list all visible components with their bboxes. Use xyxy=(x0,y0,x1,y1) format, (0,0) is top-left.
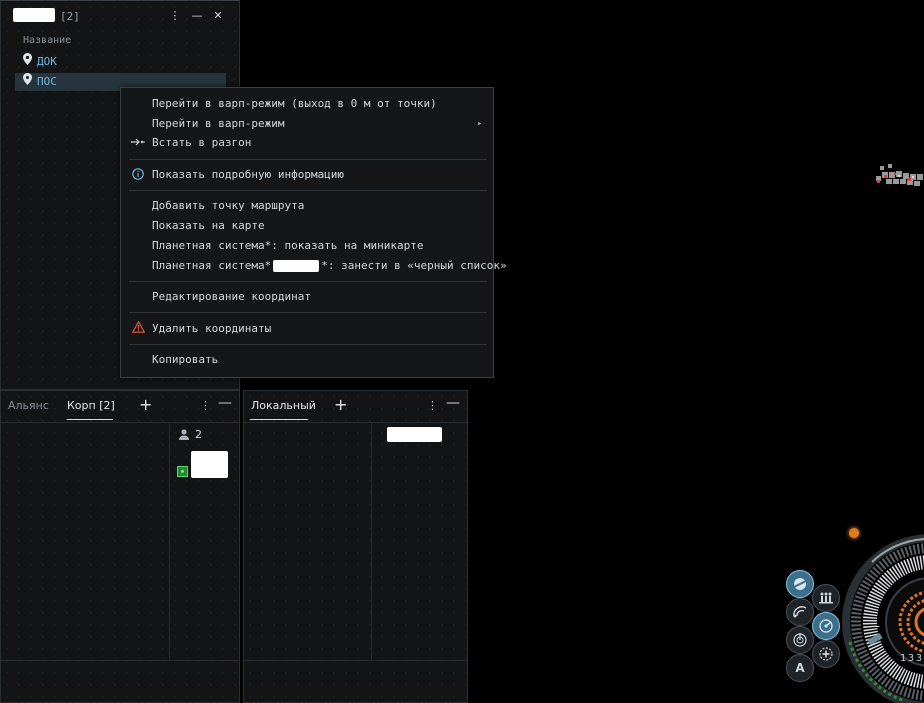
menu-separator xyxy=(129,159,487,160)
column-header-name[interactable]: Название xyxy=(23,35,71,46)
minimize-icon[interactable]: — xyxy=(446,395,460,411)
submenu-arrow-icon: ▸ xyxy=(477,119,483,129)
tab-corp[interactable]: Корп [2] xyxy=(67,399,115,412)
speed-readout: 133 xyxy=(900,653,924,664)
menu-item-add-waypoint[interactable]: Добавить точку маршрута xyxy=(152,198,304,214)
chat-panel-local: Локальный + ⋮ — xyxy=(243,390,468,703)
map-pin-icon xyxy=(23,73,32,91)
menu-item-warp-zero[interactable]: Перейти в варп-режим (выход в 0 м от точ… xyxy=(152,96,437,112)
location-label: ДОК xyxy=(37,55,57,68)
add-chat-button[interactable]: + xyxy=(139,395,152,414)
redacted-member-name[interactable] xyxy=(191,451,228,478)
menu-separator xyxy=(129,190,487,191)
menu-item-show-on-map[interactable]: Показать на карте xyxy=(152,218,265,234)
chat-input-field[interactable] xyxy=(1,661,239,701)
active-tab-indicator xyxy=(67,419,113,420)
location-item-dock[interactable]: ДОК xyxy=(15,53,226,71)
menu-separator xyxy=(129,344,487,345)
scanner-icon[interactable] xyxy=(786,598,814,626)
approach-icon xyxy=(131,137,145,151)
location-label: ПОС xyxy=(37,75,57,88)
minimize-icon[interactable]: — xyxy=(218,395,232,411)
menu-item-warp[interactable]: Перейти в варп-режим xyxy=(152,116,284,132)
tab-local[interactable]: Локальный xyxy=(251,399,316,412)
info-icon xyxy=(131,168,145,182)
menu-separator xyxy=(129,281,487,282)
divider xyxy=(1,422,239,423)
active-tab-indicator xyxy=(250,419,308,420)
chat-panel-corp: Альянс Корп [2] + ⋮ — 2 ★ xyxy=(0,390,240,703)
blacklist-label-suffix: *: занести в «черный список» xyxy=(321,259,507,272)
chat-input-field[interactable] xyxy=(244,661,467,701)
members-icon xyxy=(178,428,190,443)
fleet-icon[interactable] xyxy=(812,584,840,612)
svg-text:–: – xyxy=(874,619,880,633)
chat-menu-icon[interactable]: ⋮ xyxy=(200,399,211,412)
add-chat-button[interactable]: + xyxy=(334,395,347,414)
window-menu-icon[interactable]: ⋮ xyxy=(167,7,183,25)
ship-hud: – 133 A xyxy=(780,520,924,703)
blacklist-label-prefix: Планетная система* xyxy=(152,259,272,272)
menu-item-blacklist[interactable]: Планетная система* *: занести в «черный с… xyxy=(152,258,507,274)
member-list-divider xyxy=(169,422,170,660)
zoom-in-icon[interactable] xyxy=(812,640,840,668)
corp-member-badge-icon: ★ xyxy=(177,466,188,477)
drone-bay-button[interactable] xyxy=(786,570,814,598)
menu-item-edit-coordinates[interactable]: Редактирование координат xyxy=(152,289,311,305)
redacted-window-title xyxy=(13,8,55,22)
redacted-system-name xyxy=(273,260,320,272)
directional-scan-button[interactable] xyxy=(812,612,840,640)
menu-item-copy[interactable]: Копировать xyxy=(152,352,218,368)
member-count: 2 xyxy=(195,428,202,441)
close-icon[interactable]: ✕ xyxy=(210,7,226,25)
divider xyxy=(244,422,467,423)
context-menu: Перейти в варп-режим (выход в 0 м от точ… xyxy=(120,87,507,378)
warning-icon xyxy=(131,320,145,335)
probe-scanner-icon[interactable] xyxy=(786,626,814,654)
menu-item-show-info[interactable]: Показать подробную информацию xyxy=(152,167,344,183)
menu-separator xyxy=(129,312,487,313)
menu-item-delete-coordinates[interactable]: Удалить координаты xyxy=(152,321,271,337)
minimize-icon[interactable]: — xyxy=(189,7,205,25)
window-title-count: [2] xyxy=(60,10,80,23)
chat-menu-icon[interactable]: ⋮ xyxy=(427,399,438,412)
autopilot-button[interactable]: A xyxy=(786,654,814,682)
tab-alliance[interactable]: Альянс xyxy=(8,399,49,412)
window-title-bar[interactable]: [2] ⋮ — ✕ xyxy=(1,1,239,31)
member-list-divider xyxy=(371,422,372,660)
map-pin-icon xyxy=(23,53,32,71)
redacted-member-name[interactable] xyxy=(387,427,442,442)
menu-item-show-minimap[interactable]: Планетная система*: показать на миникарт… xyxy=(152,238,424,254)
ship-bracket[interactable] xyxy=(868,158,924,198)
menu-item-approach[interactable]: Встать в разгон xyxy=(152,135,251,151)
